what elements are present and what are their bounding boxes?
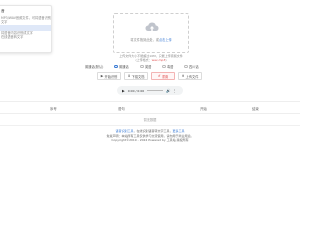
footer-more-link[interactable]: 更多工具 [173, 129, 185, 133]
option-default-label: 普通话(默认) [85, 65, 104, 69]
option-mandarin-label: 普通话 [118, 65, 129, 69]
dropzone-label: 将文件拖到此处，或 [130, 38, 159, 42]
option-cantonese[interactable]: 粤语 [162, 64, 173, 69]
upload-icon: ⬆ [181, 74, 185, 78]
format-suffix: ) [165, 58, 167, 62]
radio-icon[interactable] [114, 64, 118, 69]
column-sentence: 语句 [118, 106, 125, 111]
player-time: 0:00 / 0:00 [127, 88, 145, 93]
start-recognition-button[interactable]: ▶ 开始识别 [97, 72, 121, 80]
option-english-label: 英语 [144, 65, 152, 69]
radio-icon[interactable] [140, 64, 144, 69]
option-english[interactable]: 英语 [140, 64, 151, 69]
panel-item[interactable]: 在线语音转文字 [1, 35, 51, 40]
download-doc-button[interactable]: ⬇ 下载文档 [124, 72, 148, 80]
reset-button[interactable]: ↺ 重置 [151, 72, 175, 80]
option-default[interactable]: 普通话(默认) [85, 64, 103, 69]
option-sichuan-label: 四川话 [188, 65, 199, 69]
column-index: 序号 [50, 106, 57, 111]
panel-line: MP3/WAV音频文件，可将语音识别成 [1, 15, 51, 20]
column-start: 开始 [200, 106, 207, 111]
divider [0, 125, 300, 126]
footer-tool-link[interactable]: 语音识别工具 [115, 129, 133, 133]
radio-icon[interactable] [184, 64, 188, 69]
upload-file-button[interactable]: ⬆ 上传文件 [178, 72, 202, 80]
volume-icon[interactable]: 🔊 [166, 89, 170, 93]
upload-link[interactable]: 点击上传 [159, 38, 172, 42]
table-empty-text: 暂无数据 [143, 118, 157, 122]
start-label: 开始识别 [104, 74, 118, 79]
left-info-panel: 音 MP3/WAV音频文件，可将语音识别成 文字 将语音内容识别成文字 在线语音… [0, 5, 52, 53]
dropzone-text: 将文件拖到此处，或点击上传 [114, 37, 188, 42]
table-header: 序号 语句 开始 结束 [0, 101, 300, 114]
more-icon[interactable]: ⋮ [173, 89, 177, 93]
footer-text: ，在线识别语音转文字工具， [133, 129, 173, 133]
reset-label: 重置 [161, 74, 169, 79]
upload-label: 上传文件 [185, 74, 199, 79]
download-label: 下载文档 [131, 74, 145, 79]
option-cantonese-label: 粤语 [166, 65, 174, 69]
audio-player[interactable]: ▶ 0:00 / 0:00 🔊 ⋮ [117, 86, 183, 95]
radio-icon[interactable] [162, 64, 166, 69]
seek-bar[interactable] [147, 90, 164, 91]
format-prefix: (上传格式： [135, 58, 152, 62]
play-icon: ▶ [100, 74, 104, 78]
footer-copyright: Copyright©2019 - 2024 Powered by 工具站 版权所… [111, 138, 189, 142]
download-icon: ⬇ [127, 74, 131, 78]
reset-icon: ↺ [157, 74, 161, 78]
option-sichuan[interactable]: 四川话 [184, 64, 199, 69]
column-end: 结束 [252, 106, 259, 111]
format-types: wav,mp3 [151, 58, 166, 62]
upload-dropzone[interactable]: 将文件拖到此处，或点击上传 [113, 13, 189, 53]
panel-title: 音 [1, 9, 5, 13]
option-mandarin[interactable]: 普通话 [114, 64, 129, 69]
cloud-upload-icon [145, 22, 159, 32]
play-icon[interactable]: ▶ [122, 89, 125, 93]
upload-format-hint: (上传格式：wav,mp3) [105, 58, 197, 63]
